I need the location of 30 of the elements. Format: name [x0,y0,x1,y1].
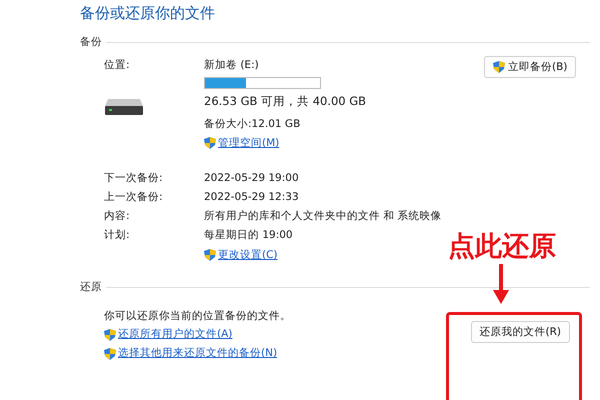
location-label: 位置: [104,58,131,73]
detail-value: 2022-05-29 19:00 [204,171,300,186]
detail-label: 上一次备份: [103,190,164,205]
page-title: 备份或还原你的文件 [80,3,216,24]
detail-label: 下一次备份: [103,171,164,186]
section-heading: 还原 [80,280,102,294]
detail-value: 每星期日的 19:00 [204,228,294,243]
change-settings-link[interactable]: 更改设置(C) [204,245,278,265]
detail-value: 所有用户的库和个人文件夹中的文件 和 系统映像 [204,209,443,224]
annotation-text: 点此还原 [448,230,556,264]
backup-now-button[interactable]: 立即备份(B) [484,56,576,78]
shield-icon [104,348,116,360]
detail-label: 计划: [103,228,131,243]
detail-label: 内容: [103,209,131,224]
restore-files-button[interactable]: 还原我的文件(R) [470,321,570,343]
backup-size: 备份大小:12.01 GB [204,117,302,132]
detail-value: 2022-05-29 12:33 [204,190,300,205]
restore-description: 你可以还原你当前的位置备份的文件。 [104,309,291,324]
restore-link[interactable]: 还原所有用户的文件(A) [104,325,232,344]
manage-space-link[interactable]: 管理空间(M) [204,133,280,153]
shield-icon [204,137,216,149]
section-heading: 备份 [80,35,102,49]
shield-icon [204,249,216,261]
shield-icon [104,328,116,340]
restore-link[interactable]: 选择其他用来还原文件的备份(N) [104,344,278,363]
free-space: 26.53 GB 可用，共 40.00 GB [204,93,368,110]
arrow-icon [493,264,509,304]
shield-icon [493,61,505,73]
drive-icon [104,96,144,116]
volume-name: 新加卷 (E:) [204,58,260,73]
